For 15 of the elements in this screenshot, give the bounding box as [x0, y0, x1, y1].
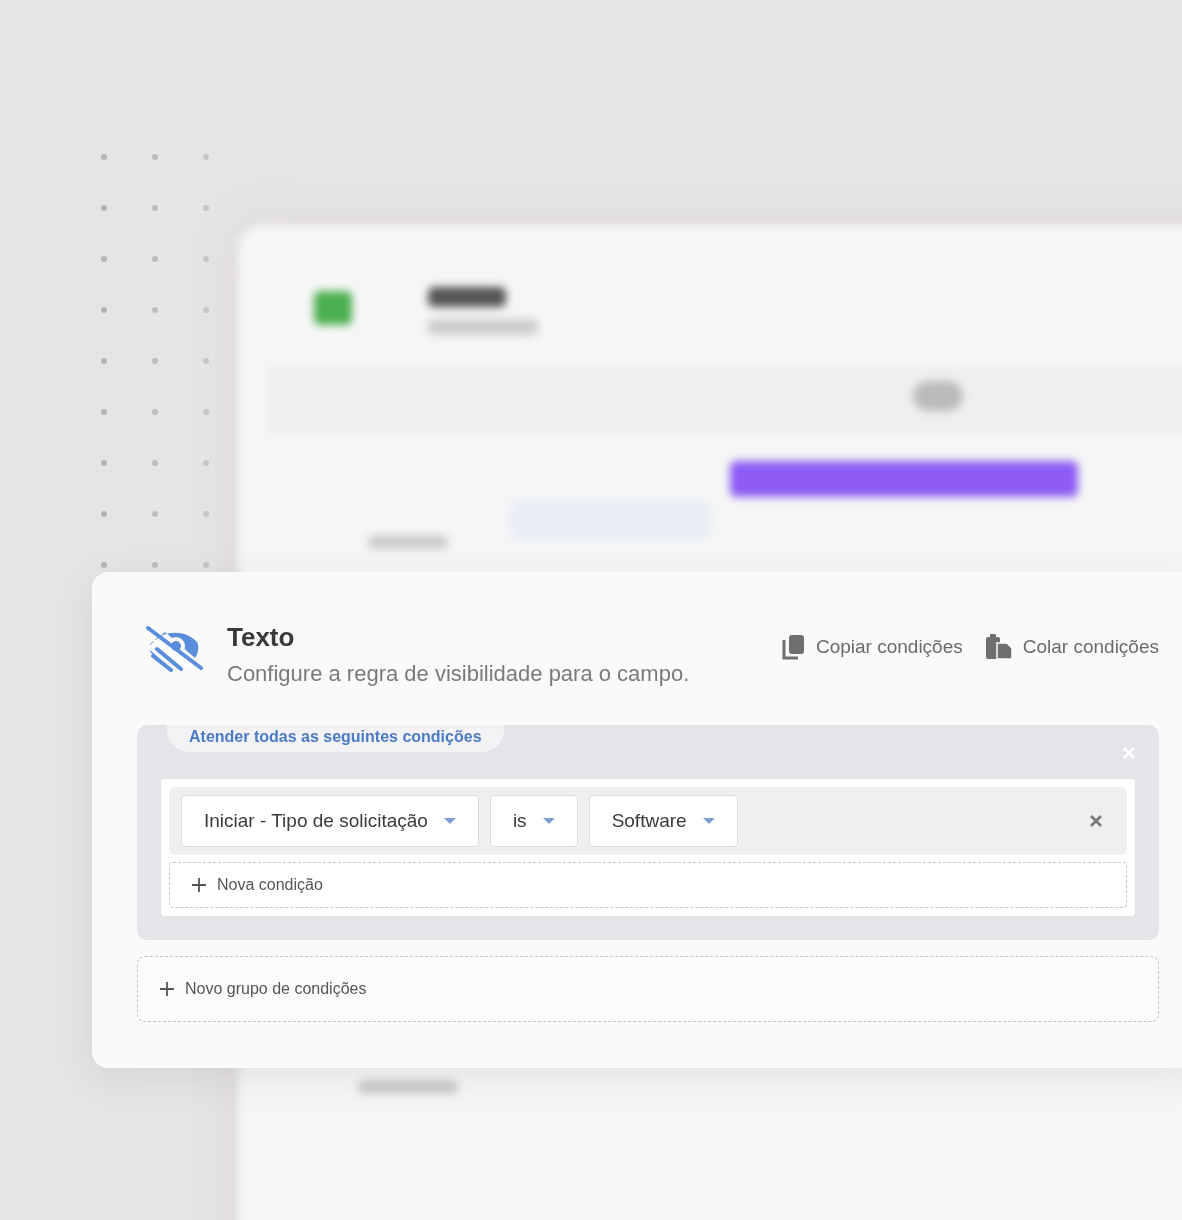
panel-subtitle: Configure a regra de visibilidade para o campo.: [227, 661, 691, 687]
clipboard-icon: [984, 634, 1013, 660]
plus-icon: [160, 982, 174, 996]
match-all-label: Atender todas as seguintes condições: [167, 725, 504, 752]
copy-conditions-button[interactable]: Copiar condições: [781, 634, 963, 660]
new-condition-button[interactable]: Nova condição: [169, 862, 1127, 908]
copy-icon: [781, 634, 806, 660]
plus-icon: [192, 878, 206, 892]
field-select[interactable]: Iniciar - Tipo de solicitação: [181, 795, 479, 847]
operator-select[interactable]: is: [489, 795, 578, 847]
new-group-button[interactable]: Novo grupo de condições: [137, 956, 1159, 1022]
value-select[interactable]: Software: [588, 795, 738, 847]
eye-slash-icon: [145, 624, 203, 672]
paste-conditions-button[interactable]: Colar condições: [984, 634, 1159, 660]
panel-title: Texto: [227, 622, 296, 653]
